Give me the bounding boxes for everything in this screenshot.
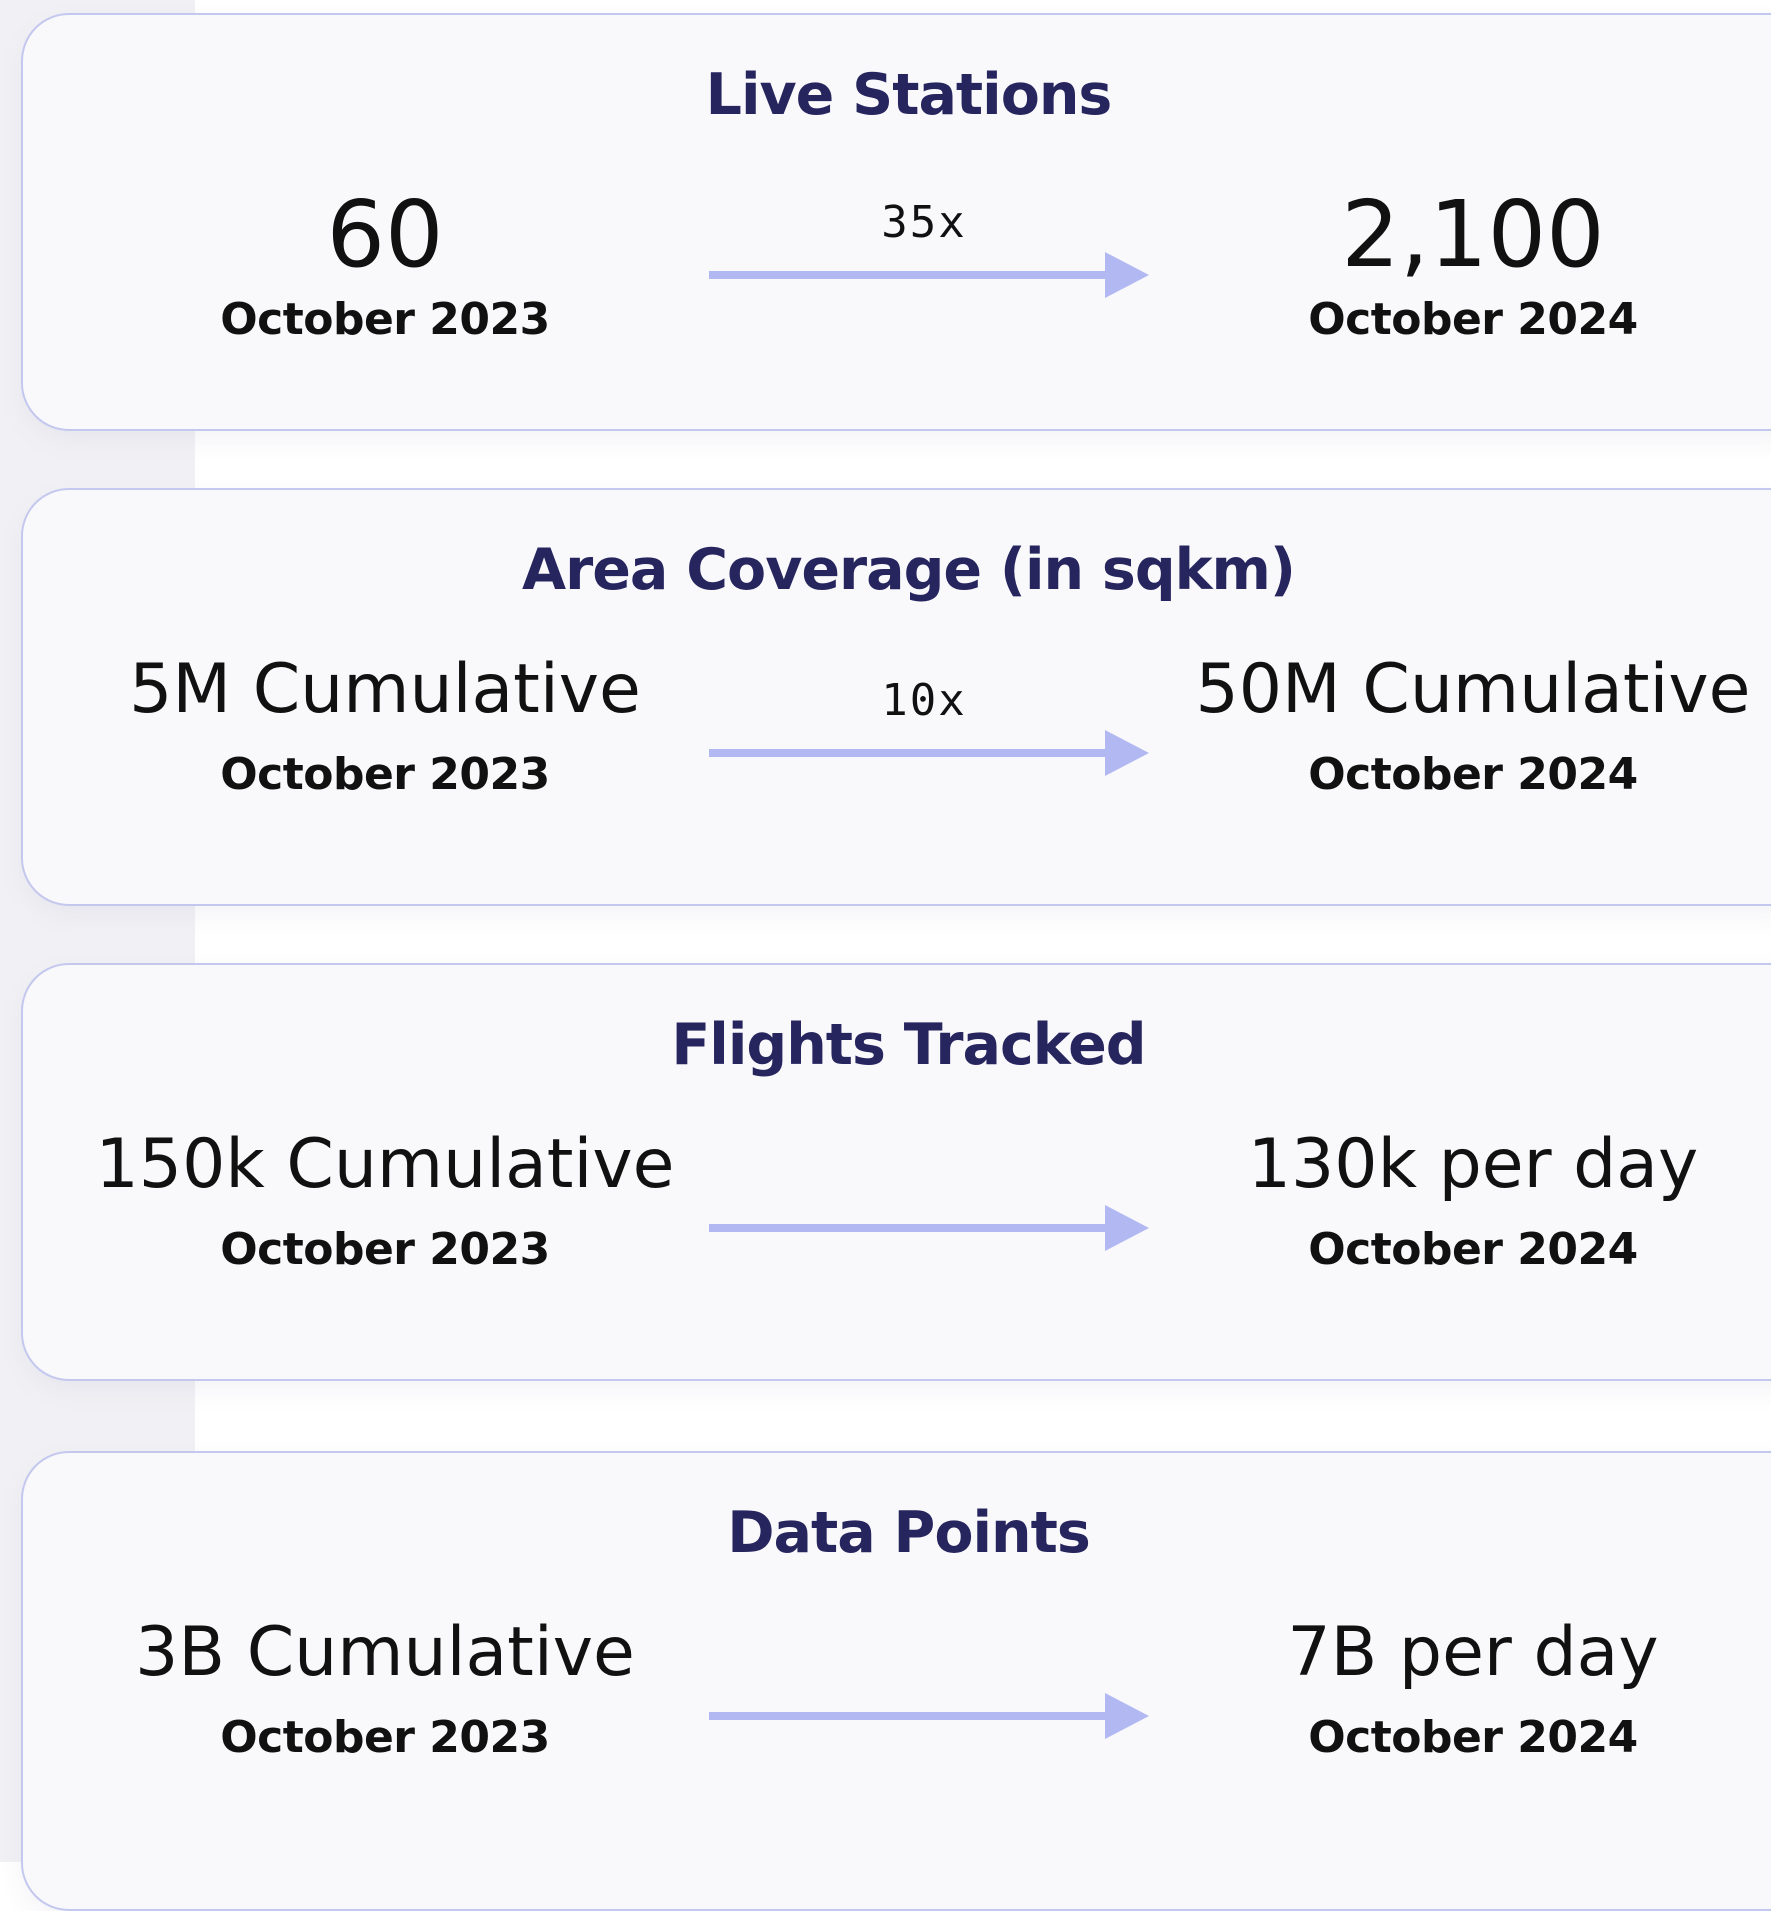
stat-from-date: October 2023 (220, 1712, 550, 1763)
growth-multiplier: 10x (881, 675, 967, 726)
stat-card-data-points: Data Points 3B Cumulative October 2023 7… (21, 1451, 1771, 1911)
card-title: Data Points (727, 1500, 1091, 1566)
stat-from-value: 3B Cumulative (135, 1613, 635, 1692)
stat-to: 50M Cumulative October 2024 (1163, 645, 1771, 805)
card-title: Flights Tracked (671, 1012, 1146, 1078)
growth-multiplier: 35x (881, 197, 967, 248)
stat-to-date: October 2024 (1308, 1712, 1638, 1763)
stat-to-date: October 2024 (1308, 749, 1638, 800)
stat-card-live-stations: Live Stations 60 October 2023 35x 2,100 … (21, 13, 1771, 431)
stat-from-value: 5M Cumulative (129, 650, 641, 729)
stat-from-date: October 2023 (220, 749, 550, 800)
growth-indicator (689, 1636, 1159, 1756)
right-arrow-icon (709, 252, 1149, 298)
stat-from: 5M Cumulative October 2023 (75, 645, 695, 805)
stat-to: 2,100 October 2024 (1163, 180, 1771, 350)
right-arrow-icon (709, 1693, 1149, 1739)
stat-from: 150k Cumulative October 2023 (75, 1120, 695, 1280)
stat-to-value: 7B per day (1287, 1613, 1659, 1692)
stat-to-value: 50M Cumulative (1195, 650, 1751, 729)
right-arrow-icon (709, 730, 1149, 776)
stat-from: 60 October 2023 (75, 180, 695, 350)
growth-indicator: 10x (689, 673, 1159, 793)
growth-indicator: 35x (689, 195, 1159, 315)
stat-to-value: 2,100 (1341, 181, 1605, 288)
stat-from-date: October 2023 (220, 294, 550, 345)
stat-to: 7B per day October 2024 (1163, 1608, 1771, 1768)
stat-from: 3B Cumulative October 2023 (75, 1608, 695, 1768)
stat-card-flights-tracked: Flights Tracked 150k Cumulative October … (21, 963, 1771, 1381)
right-arrow-icon (709, 1205, 1149, 1251)
stat-from-date: October 2023 (220, 1224, 550, 1275)
stat-from-value: 150k Cumulative (95, 1125, 675, 1204)
stat-to-value: 130k per day (1247, 1125, 1699, 1204)
stat-to-date: October 2024 (1308, 1224, 1638, 1275)
stat-from-value: 60 (326, 181, 444, 288)
stat-card-area-coverage: Area Coverage (in sqkm) 5M Cumulative Oc… (21, 488, 1771, 906)
stat-to: 130k per day October 2024 (1163, 1120, 1771, 1280)
card-title: Area Coverage (in sqkm) (522, 537, 1296, 603)
growth-indicator (689, 1148, 1159, 1268)
stat-to-date: October 2024 (1308, 294, 1638, 345)
card-title: Live Stations (705, 62, 1113, 128)
